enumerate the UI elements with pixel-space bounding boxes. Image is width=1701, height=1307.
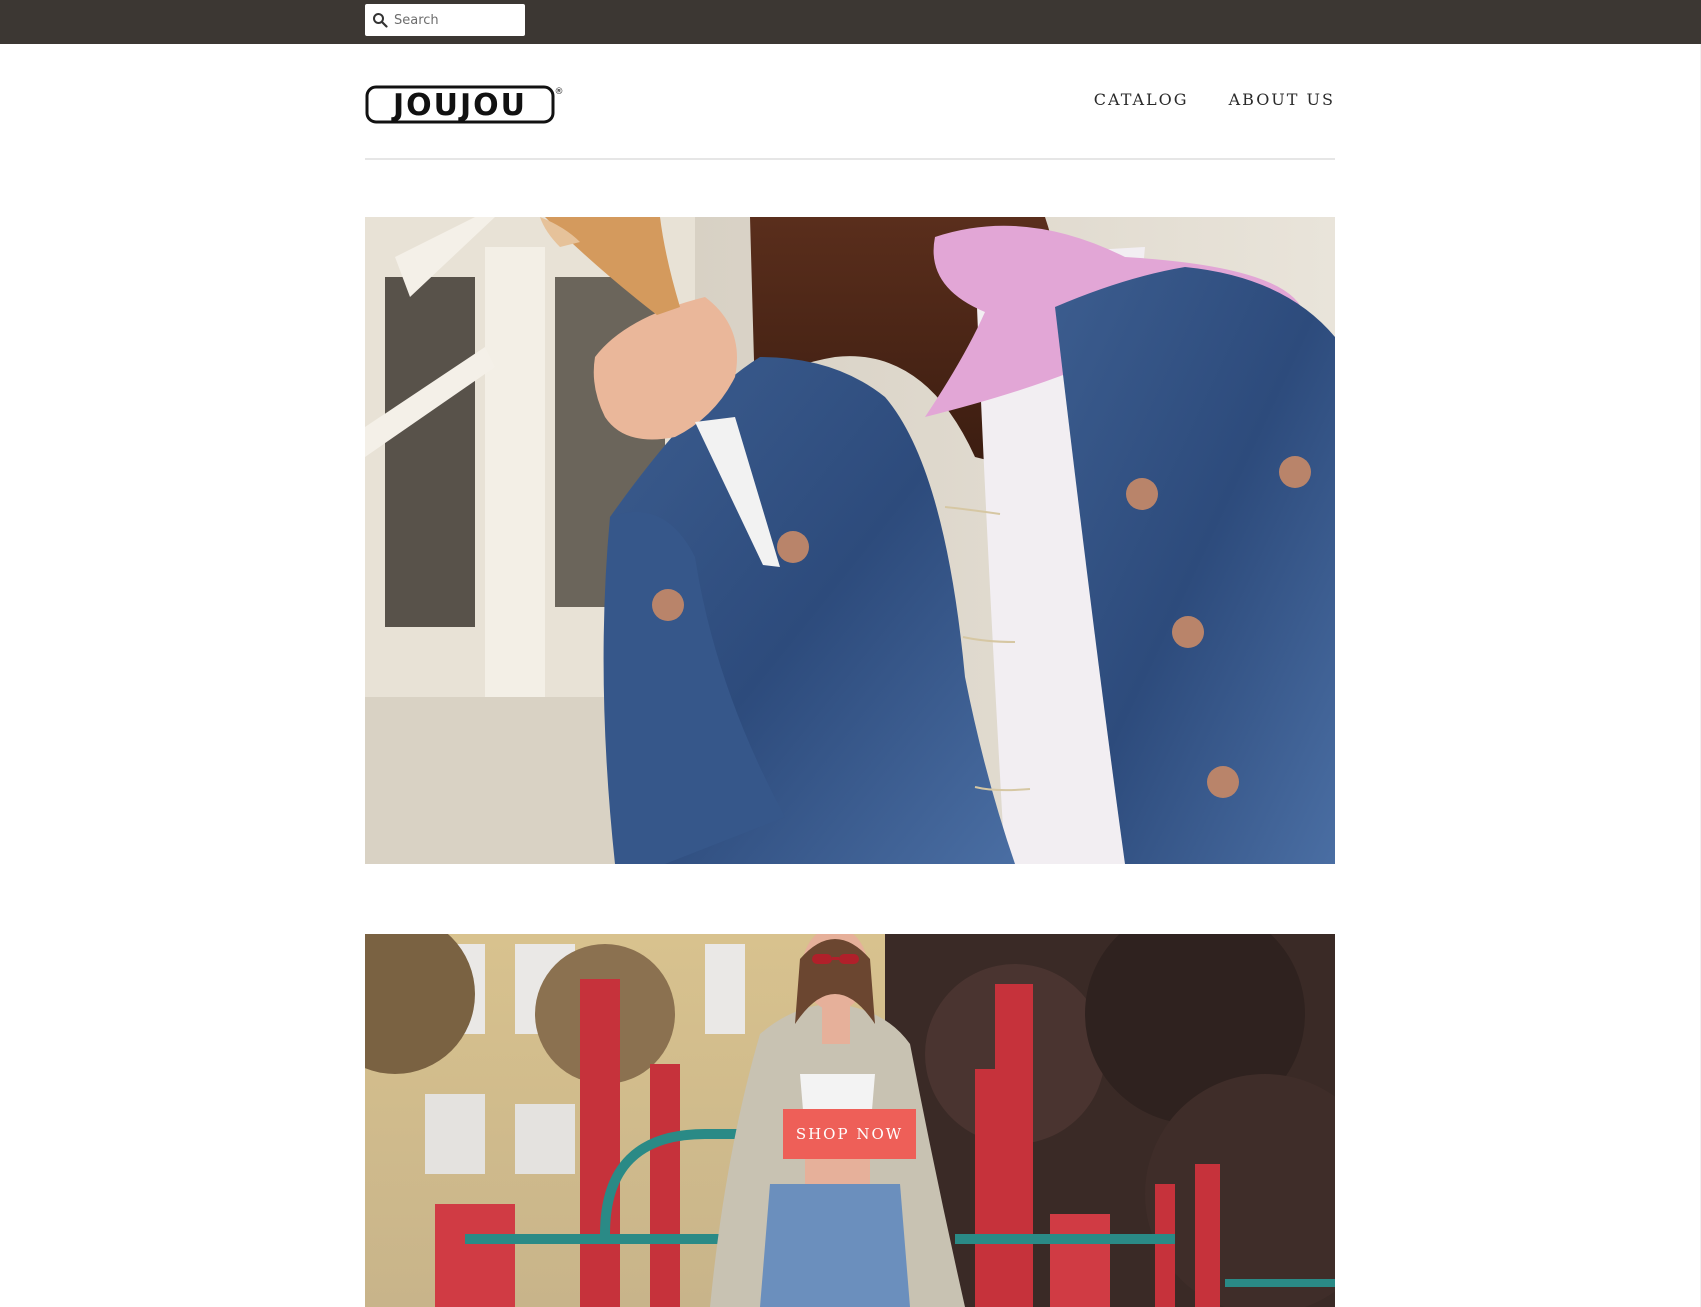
logo-wordmark: JOUJOU: [391, 88, 527, 123]
shop-now-button[interactable]: SHOP NOW: [783, 1109, 916, 1159]
site-logo[interactable]: JOUJOU ®: [365, 82, 565, 124]
nav-catalog[interactable]: CATALOG: [1094, 90, 1189, 109]
search-icon[interactable]: [372, 12, 388, 28]
header-divider: [365, 158, 1335, 160]
registered-mark: ®: [555, 87, 564, 97]
search-box[interactable]: [365, 4, 525, 36]
nav-about-us[interactable]: ABOUT US: [1229, 90, 1335, 109]
main-nav: CATALOG ABOUT US: [1094, 90, 1335, 109]
search-input[interactable]: [388, 6, 514, 34]
hero-banner-image[interactable]: [365, 217, 1335, 864]
top-utility-bar: [0, 0, 1701, 44]
